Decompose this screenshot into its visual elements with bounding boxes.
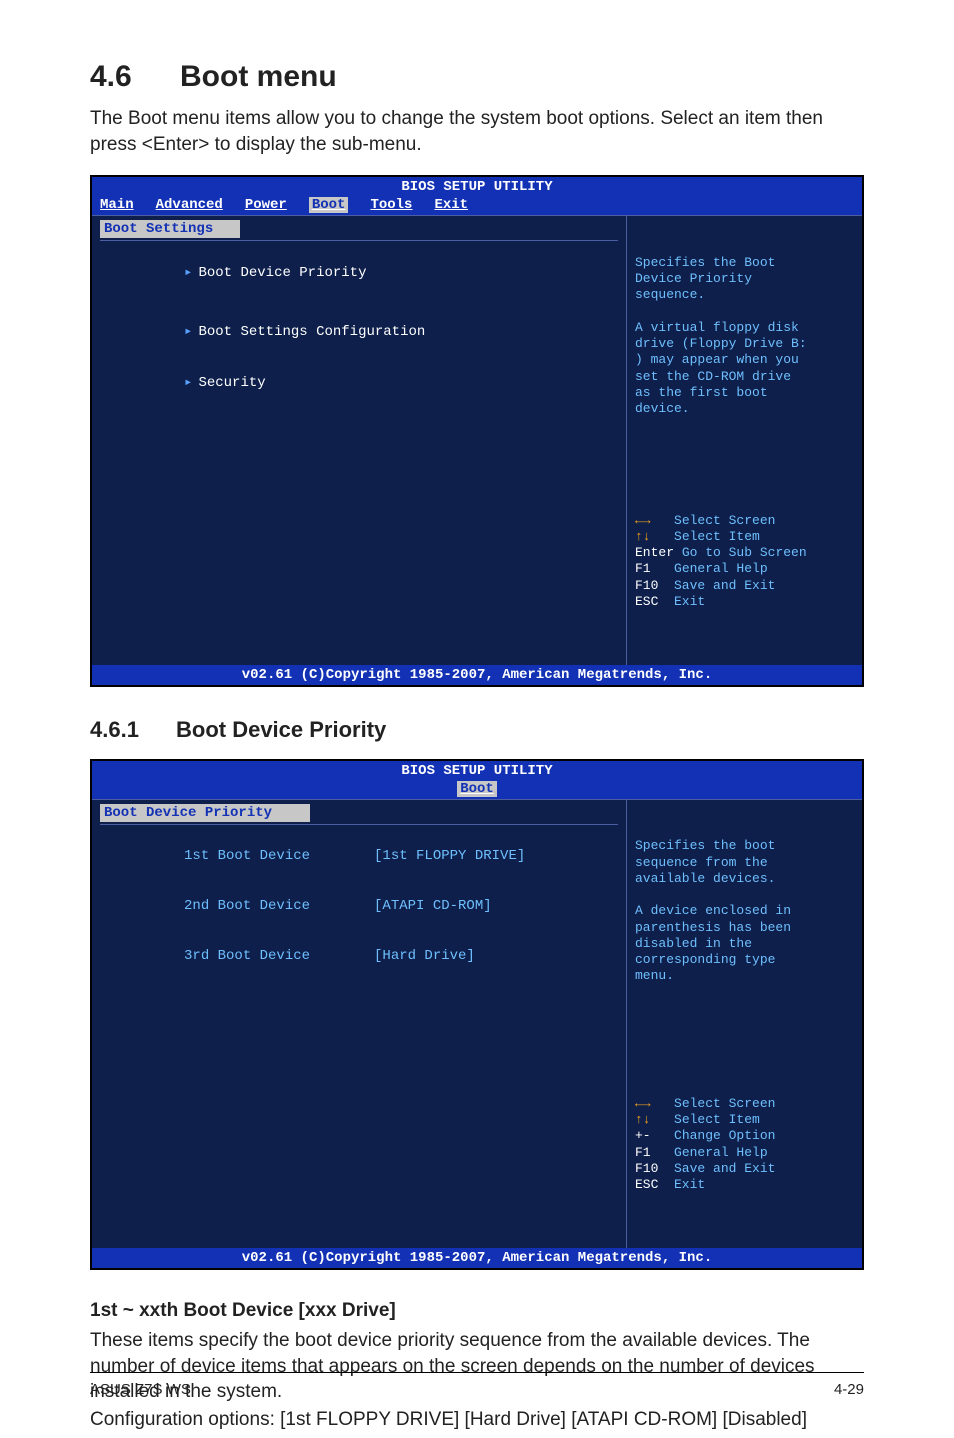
- option-heading: 1st ~ xxth Boot Device [xxx Drive]: [90, 1300, 864, 1322]
- bios-help-pane: Specifies the boot sequence from the ava…: [627, 799, 862, 1248]
- submenu-arrow-icon: ▸: [184, 324, 192, 340]
- bios-keys-legend: ←→ Select Screen ↑↓ Select Item Enter Go…: [635, 496, 854, 626]
- section-number: 4.6: [90, 60, 180, 94]
- bios-tab-power[interactable]: Power: [245, 197, 287, 213]
- key-f1: F1: [635, 1145, 651, 1160]
- key-f10: F10: [635, 1161, 658, 1176]
- divider: [100, 240, 618, 241]
- bios-left-header: Boot Device Priority: [100, 804, 310, 822]
- key-f10: F10: [635, 578, 658, 593]
- bios-help-text: Specifies the boot sequence from the ava…: [635, 838, 854, 984]
- bios-copyright-footer: v02.61 (C)Copyright 1985-2007, American …: [92, 1248, 862, 1268]
- menu-item-security[interactable]: ▸Security: [100, 357, 618, 408]
- bios-title: BIOS SETUP UTILITY: [92, 177, 862, 197]
- bios-tab-exit[interactable]: Exit: [434, 197, 468, 213]
- menu-item-boot-settings-config[interactable]: ▸Boot Settings Configuration: [100, 306, 618, 357]
- key-esc: ESC: [635, 1177, 658, 1192]
- bios-screenshot-boot-menu: BIOS SETUP UTILITY Main Advanced Power B…: [90, 175, 864, 687]
- up-down-arrow-icon: ↑↓: [635, 529, 651, 544]
- bios-tab-boot[interactable]: Boot: [457, 781, 497, 797]
- menu-item-boot-device-priority[interactable]: ▸Boot Device Priority: [100, 247, 618, 298]
- section-heading: 4.6Boot menu: [90, 60, 864, 94]
- bios-help-text: Specifies the Boot Device Priority seque…: [635, 255, 854, 418]
- boot-device-row-2[interactable]: 2nd Boot Device[ATAPI CD-ROM]: [100, 881, 618, 931]
- submenu-arrow-icon: ▸: [184, 375, 192, 391]
- bios-tab-boot[interactable]: Boot: [309, 197, 349, 213]
- key-f1: F1: [635, 561, 651, 576]
- bios-tab-tools[interactable]: Tools: [370, 197, 412, 213]
- key-esc: ESC: [635, 594, 658, 609]
- boot-device-row-1[interactable]: 1st Boot Device[1st FLOPPY DRIVE]: [100, 831, 618, 881]
- subsection-number: 4.6.1: [90, 717, 176, 743]
- body-paragraph-2: Configuration options: [1st FLOPPY DRIVE…: [90, 1407, 864, 1433]
- bios-screenshot-boot-device-priority: BIOS SETUP UTILITY Boot Boot Device Prio…: [90, 759, 864, 1270]
- bios-left-pane: Boot Device Priority 1st Boot Device[1st…: [92, 799, 627, 1248]
- bios-left-pane: Boot Settings ▸Boot Device Priority ▸Boo…: [92, 215, 627, 665]
- bios-title: BIOS SETUP UTILITY: [92, 761, 862, 781]
- bios-tab-bar: Boot: [92, 781, 862, 799]
- page-footer: ASUS Z7S WS 4-29: [90, 1372, 864, 1398]
- left-right-arrow-icon: ←→: [635, 513, 651, 528]
- bios-copyright-footer: v02.61 (C)Copyright 1985-2007, American …: [92, 665, 862, 685]
- bios-left-header: Boot Settings: [100, 220, 240, 238]
- section-title: Boot menu: [180, 60, 337, 93]
- footer-left: ASUS Z7S WS: [90, 1381, 191, 1398]
- submenu-arrow-icon: ▸: [184, 265, 192, 281]
- key-plusminus: +-: [635, 1128, 651, 1143]
- bios-keys-legend: ←→ Select Screen ↑↓ Select Item +- Chang…: [635, 1080, 854, 1210]
- subsection-heading: 4.6.1Boot Device Priority: [90, 717, 864, 743]
- footer-right: 4-29: [834, 1381, 864, 1398]
- intro-paragraph: The Boot menu items allow you to change …: [90, 106, 864, 157]
- left-right-arrow-icon: ←→: [635, 1096, 651, 1111]
- boot-device-row-3[interactable]: 3rd Boot Device[Hard Drive]: [100, 931, 618, 981]
- subsection-title: Boot Device Priority: [176, 717, 386, 742]
- bios-tab-bar: Main Advanced Power Boot Tools Exit: [92, 197, 862, 215]
- key-enter: Enter: [635, 545, 674, 560]
- bios-help-pane: Specifies the Boot Device Priority seque…: [627, 215, 862, 665]
- up-down-arrow-icon: ↑↓: [635, 1112, 651, 1127]
- divider: [100, 824, 618, 825]
- bios-tab-advanced[interactable]: Advanced: [156, 197, 223, 213]
- bios-tab-main[interactable]: Main: [100, 197, 134, 213]
